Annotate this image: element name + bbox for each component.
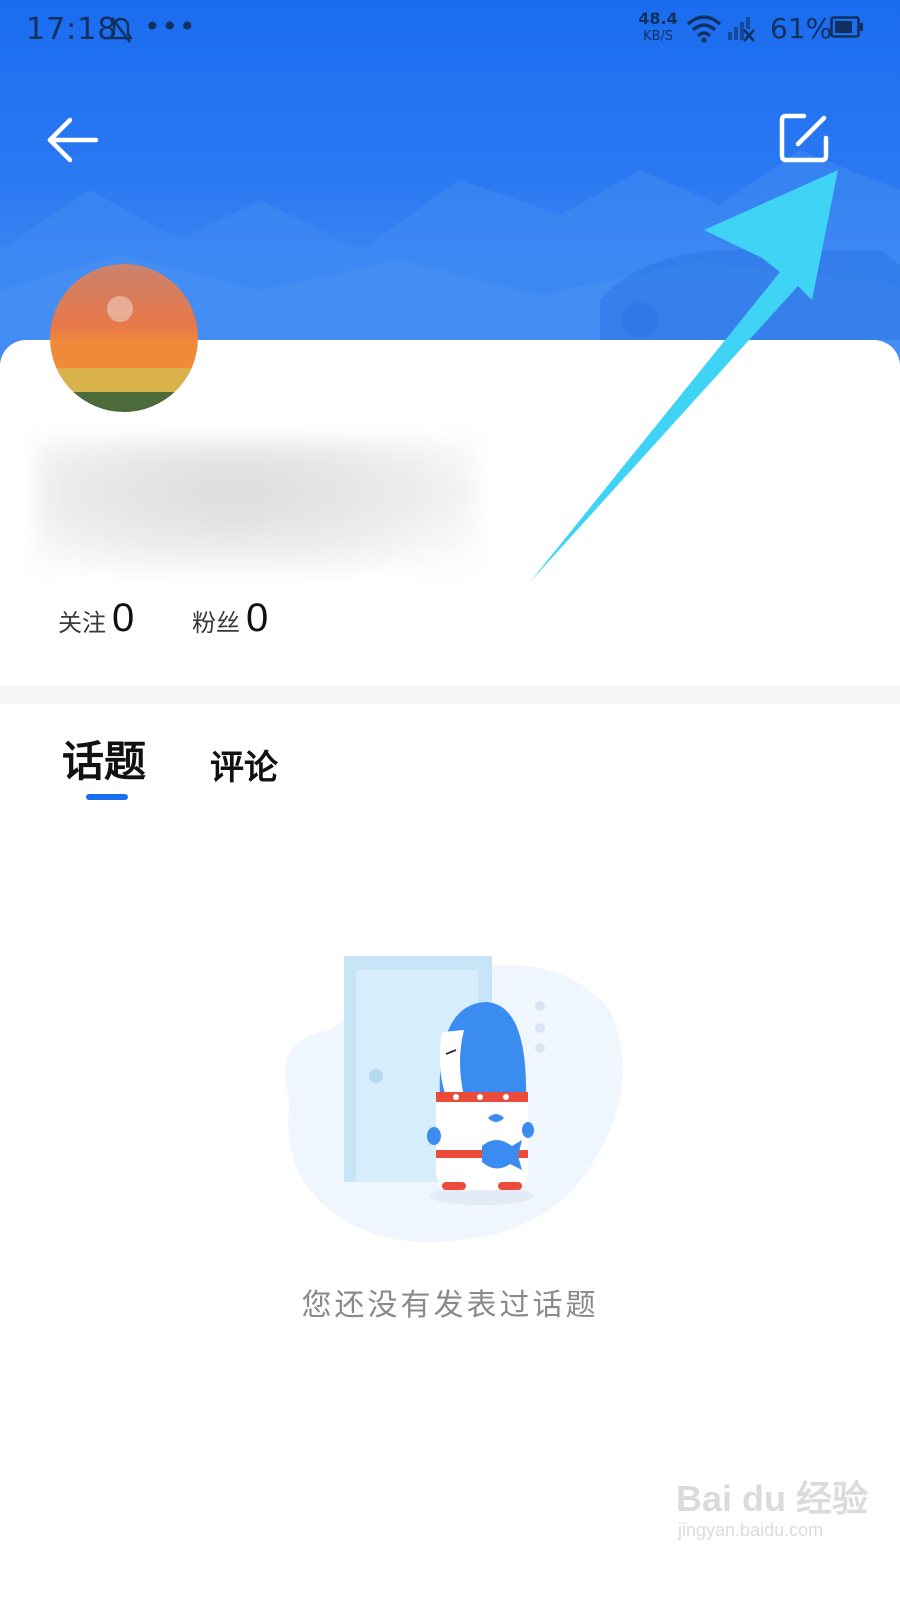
wifi-icon	[686, 14, 722, 48]
followers-count: 0	[246, 596, 269, 640]
edit-square-icon	[779, 113, 829, 163]
arrow-left-icon	[47, 117, 99, 163]
empty-state-message: 您还没有发表过话题	[301, 1288, 599, 1323]
empty-state-illustration	[260, 950, 640, 1254]
battery-percentage: 61%	[770, 12, 833, 45]
network-speed: 48.4 KB/S	[630, 10, 686, 46]
followers-stat[interactable]: 粉丝 0	[192, 596, 268, 641]
mascot-door-illustration	[285, 956, 623, 1242]
status-time: 17:18	[26, 12, 118, 47]
baidu-jingyan-watermark: Bai du 经验 jingyan.baidu.com	[676, 1470, 876, 1560]
content-tabs: 话题 评论	[0, 706, 900, 816]
watermark-brand: Bai du 经验	[676, 1478, 869, 1519]
back-button[interactable]	[44, 112, 104, 168]
following-stat[interactable]: 关注 0	[58, 596, 134, 641]
followers-label: 粉丝	[192, 609, 240, 637]
following-count: 0	[112, 596, 135, 640]
sunset-avatar-image	[50, 264, 198, 412]
more-notifications-icon: •••	[144, 10, 197, 43]
section-divider	[0, 686, 900, 704]
status-bar: 17:18 ••• 48.4 KB/S 61%	[0, 0, 900, 64]
following-label: 关注	[58, 609, 106, 637]
avatar[interactable]	[50, 264, 198, 412]
edit-profile-button[interactable]	[774, 108, 834, 168]
battery-icon	[830, 16, 864, 42]
tab-comments[interactable]: 评论	[210, 740, 278, 789]
active-tab-indicator	[86, 794, 128, 800]
tab-topics[interactable]: 话题	[62, 728, 146, 789]
watermark-url: jingyan.baidu.com	[678, 1520, 824, 1540]
network-speed-value: 48.4	[638, 9, 678, 28]
network-speed-unit: KB/S	[642, 29, 674, 44]
cellular-signal-icon	[726, 14, 756, 48]
bell-muted-icon	[108, 16, 134, 48]
blurred-nickname	[36, 440, 476, 570]
